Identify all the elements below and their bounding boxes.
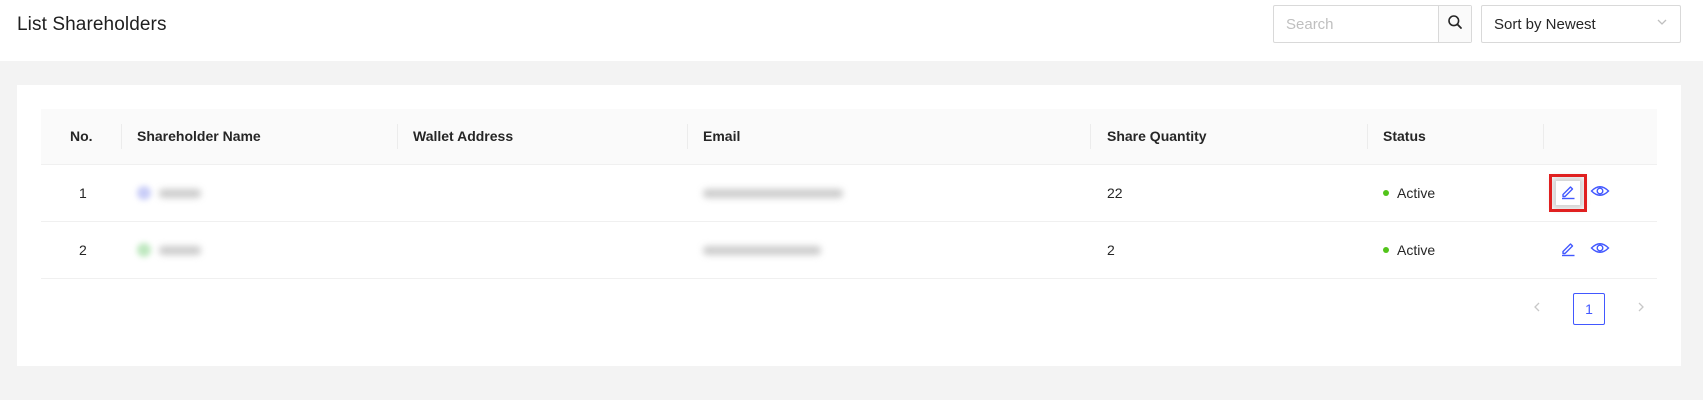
table-row: 2 2 Active (41, 222, 1657, 279)
column-divider (1543, 124, 1544, 149)
redacted-text (159, 188, 201, 198)
column-header-email: Email (703, 128, 741, 144)
table-header: No. Shareholder Name Wallet Address Emai… (41, 109, 1657, 165)
redacted-text (703, 188, 843, 198)
redacted-text (159, 245, 201, 255)
status-text: Active (1397, 242, 1436, 258)
search-input[interactable] (1274, 6, 1438, 42)
page-title: List Shareholders (17, 14, 167, 35)
eye-icon (1590, 182, 1610, 205)
next-page-button[interactable] (1625, 293, 1657, 325)
view-button[interactable] (1588, 238, 1612, 262)
edit-button[interactable] (1556, 238, 1580, 262)
search-button[interactable] (1438, 6, 1471, 42)
sort-select[interactable]: Sort by Newest (1481, 5, 1681, 43)
email-redacted (703, 222, 821, 278)
pagination: 1 (1521, 293, 1657, 325)
status-text: Active (1397, 185, 1436, 201)
view-button[interactable] (1588, 181, 1612, 205)
shareholder-name-redacted (137, 165, 201, 221)
column-header-share-quantity: Share Quantity (1107, 128, 1207, 144)
column-divider (121, 124, 122, 149)
status-dot (1383, 247, 1389, 253)
column-divider (397, 124, 398, 149)
status-badge: Active (1383, 165, 1435, 221)
search-box (1273, 5, 1472, 43)
column-header-wallet-address: Wallet Address (413, 128, 514, 144)
top-bar: List Shareholders Sort by Newest (0, 0, 1703, 61)
edit-icon (1559, 182, 1577, 205)
column-divider (687, 124, 688, 149)
row-number: 1 (79, 185, 87, 201)
page-number-button[interactable]: 1 (1573, 293, 1605, 325)
column-divider (1367, 124, 1368, 149)
table-row: 1 22 Active (41, 165, 1657, 222)
row-actions (1556, 222, 1612, 278)
column-divider (1090, 124, 1091, 149)
column-header-shareholder-name: Shareholder Name (137, 128, 261, 144)
column-header-status: Status (1383, 128, 1426, 144)
status-dot (1383, 190, 1389, 196)
email-redacted (703, 165, 843, 221)
row-actions (1549, 165, 1612, 221)
shareholders-table: No. Shareholder Name Wallet Address Emai… (41, 109, 1657, 279)
eye-icon (1590, 239, 1610, 262)
edit-button[interactable] (1549, 174, 1587, 212)
share-quantity: 2 (1107, 242, 1115, 258)
shareholders-card: No. Shareholder Name Wallet Address Emai… (17, 85, 1681, 366)
avatar (137, 186, 151, 200)
search-icon (1447, 14, 1463, 35)
sort-selected-value: Sort by Newest (1494, 15, 1596, 33)
chevron-right-icon (1636, 300, 1646, 318)
edit-icon (1559, 239, 1577, 262)
previous-page-button[interactable] (1521, 293, 1553, 325)
share-quantity: 22 (1107, 185, 1123, 201)
redacted-text (703, 245, 821, 255)
status-badge: Active (1383, 222, 1435, 278)
avatar (137, 243, 151, 257)
shareholder-name-redacted (137, 222, 201, 278)
chevron-down-icon (1656, 15, 1668, 33)
chevron-left-icon (1532, 300, 1542, 318)
row-number: 2 (79, 242, 87, 258)
column-header-no: No. (70, 128, 93, 144)
